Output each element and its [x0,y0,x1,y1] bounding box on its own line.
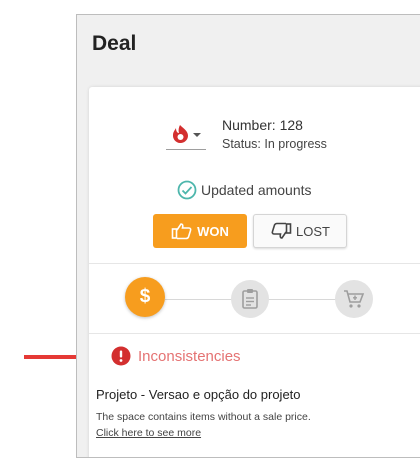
deal-status: Status: In progress [222,137,327,151]
deal-panel: Deal Number: 128 Status: In progress Upd… [76,14,420,458]
updated-amounts: Updated amounts [177,180,312,200]
divider [89,263,420,264]
step-documents[interactable] [231,280,269,318]
won-button[interactable]: WON [153,214,247,248]
flame-icon [172,125,201,144]
divider [89,333,420,334]
inconsistency-description: The space contains items without a sale … [96,411,311,423]
cart-icon [344,290,365,308]
check-circle-icon [177,180,197,200]
deal-number: Number: 128 [222,117,303,133]
alert-icon [111,346,131,366]
page-title: Deal [92,32,137,55]
deal-info: Number: 128 Status: In progress [222,117,327,151]
inconsistencies-title: Inconsistencies [138,347,241,365]
dollar-icon: $ [139,286,151,307]
thumbs-up-icon [171,223,192,240]
clipboard-icon [242,289,258,309]
deal-card: Number: 128 Status: In progress Updated … [89,87,420,457]
lost-label: LOST [296,223,330,239]
inconsistencies-header: Inconsistencies [111,346,241,366]
thumbs-down-icon [271,222,292,239]
chevron-down-icon [193,133,201,137]
step-sales[interactable]: $ [125,277,165,317]
inconsistency-item: Projeto - Versao e opção do projeto [96,387,301,402]
won-label: WON [197,223,229,239]
step-cart[interactable] [335,280,373,318]
see-more-link[interactable]: Click here to see more [96,427,201,439]
temperature-select[interactable] [166,121,206,150]
lost-button[interactable]: LOST [253,214,347,248]
updated-amounts-label: Updated amounts [201,182,312,198]
